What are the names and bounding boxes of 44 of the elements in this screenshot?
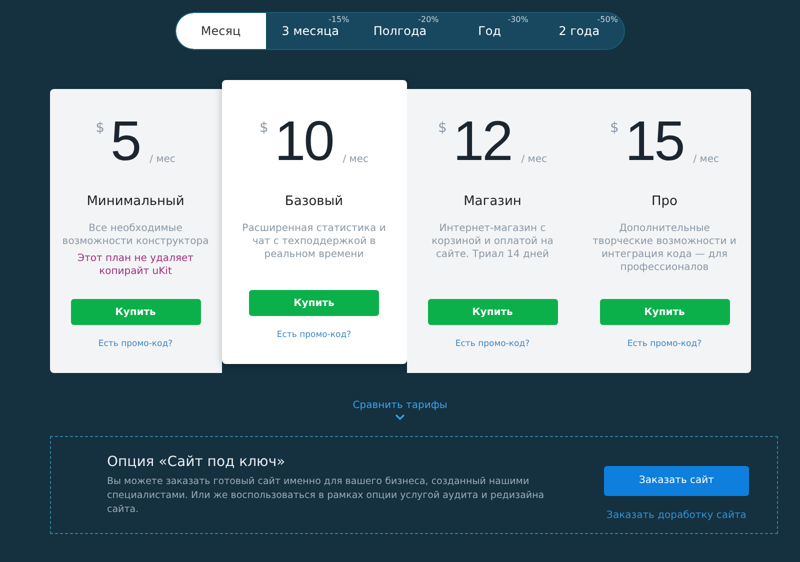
period-tab[interactable]: 3 месяца -15%	[266, 13, 356, 49]
plan-name: Минимальный	[86, 194, 184, 209]
plan-price: 15	[624, 110, 684, 172]
plan-description: Все необходимые возможности конструктора	[61, 222, 210, 248]
period-tab[interactable]: Год -30%	[444, 13, 534, 49]
discount-label: -50%	[597, 15, 618, 24]
order-site-button[interactable]: Заказать сайт	[604, 466, 749, 496]
buy-button[interactable]: Купить	[600, 299, 730, 325]
plan-description: Интернет-магазин с корзиной и оплатой на сайте. Триал 14 дней	[430, 222, 554, 261]
plan-name: Про	[652, 194, 678, 209]
currency-sign: $	[610, 120, 619, 136]
currency-sign: $	[96, 120, 104, 136]
promo-code-link[interactable]: Есть промо-код?	[627, 339, 702, 349]
plan-price: 10	[274, 110, 333, 172]
period-tab[interactable]: 2 года -50%	[534, 13, 624, 49]
buy-button[interactable]: Купить	[70, 299, 200, 325]
discount-label: -30%	[508, 15, 528, 24]
order-improvement-link[interactable]: Заказать доработку сайта	[606, 510, 746, 520]
plan-description: Расширенная статистика и чат с техподдержкой в реальном времени	[241, 222, 387, 261]
promo-code-link[interactable]: Есть промо-код?	[276, 330, 352, 340]
plan-description: Дополнительные творческие возможности и интеграция кода — для профессионалов	[592, 222, 738, 274]
plan-name: Базовый	[284, 194, 344, 209]
price-unit: / мес	[342, 154, 368, 165]
currency-sign: $	[260, 120, 268, 136]
promo-code-link[interactable]: Есть промо-код?	[98, 339, 173, 349]
plan-price: 12	[452, 110, 512, 172]
plan-price: 5	[110, 110, 140, 172]
plan-note: Этот план не удаляет копирайт uKit	[76, 252, 194, 278]
chevron-down-icon[interactable]	[395, 414, 405, 420]
turnkey-description: Вы можете заказать готовый сайт именно для вашего бизнеса, созданный нашими специалистами. Или же воспользоваться в рамках опции услугой аудита и редизайна сайта.	[107, 474, 546, 516]
buy-button[interactable]: Купить	[249, 290, 379, 316]
price-unit: / мес	[693, 154, 719, 165]
plan-name: Магазин	[464, 194, 522, 209]
discount-label: -20%	[418, 15, 439, 24]
price-unit: / мес	[521, 154, 547, 165]
period-tab[interactable]: Месяц	[176, 13, 266, 49]
period-tab[interactable]: Полгода -20%	[355, 13, 445, 49]
discount-label: -15%	[328, 15, 350, 24]
currency-sign: $	[438, 120, 447, 136]
price-unit: / мес	[150, 154, 176, 165]
buy-button[interactable]: Купить	[428, 299, 558, 325]
promo-code-link[interactable]: Есть промо-код?	[455, 339, 530, 349]
compare-plans-link[interactable]: Сравнить тарифы	[352, 400, 448, 411]
turnkey-title: Опция «Сайт под ключ»	[107, 454, 286, 470]
